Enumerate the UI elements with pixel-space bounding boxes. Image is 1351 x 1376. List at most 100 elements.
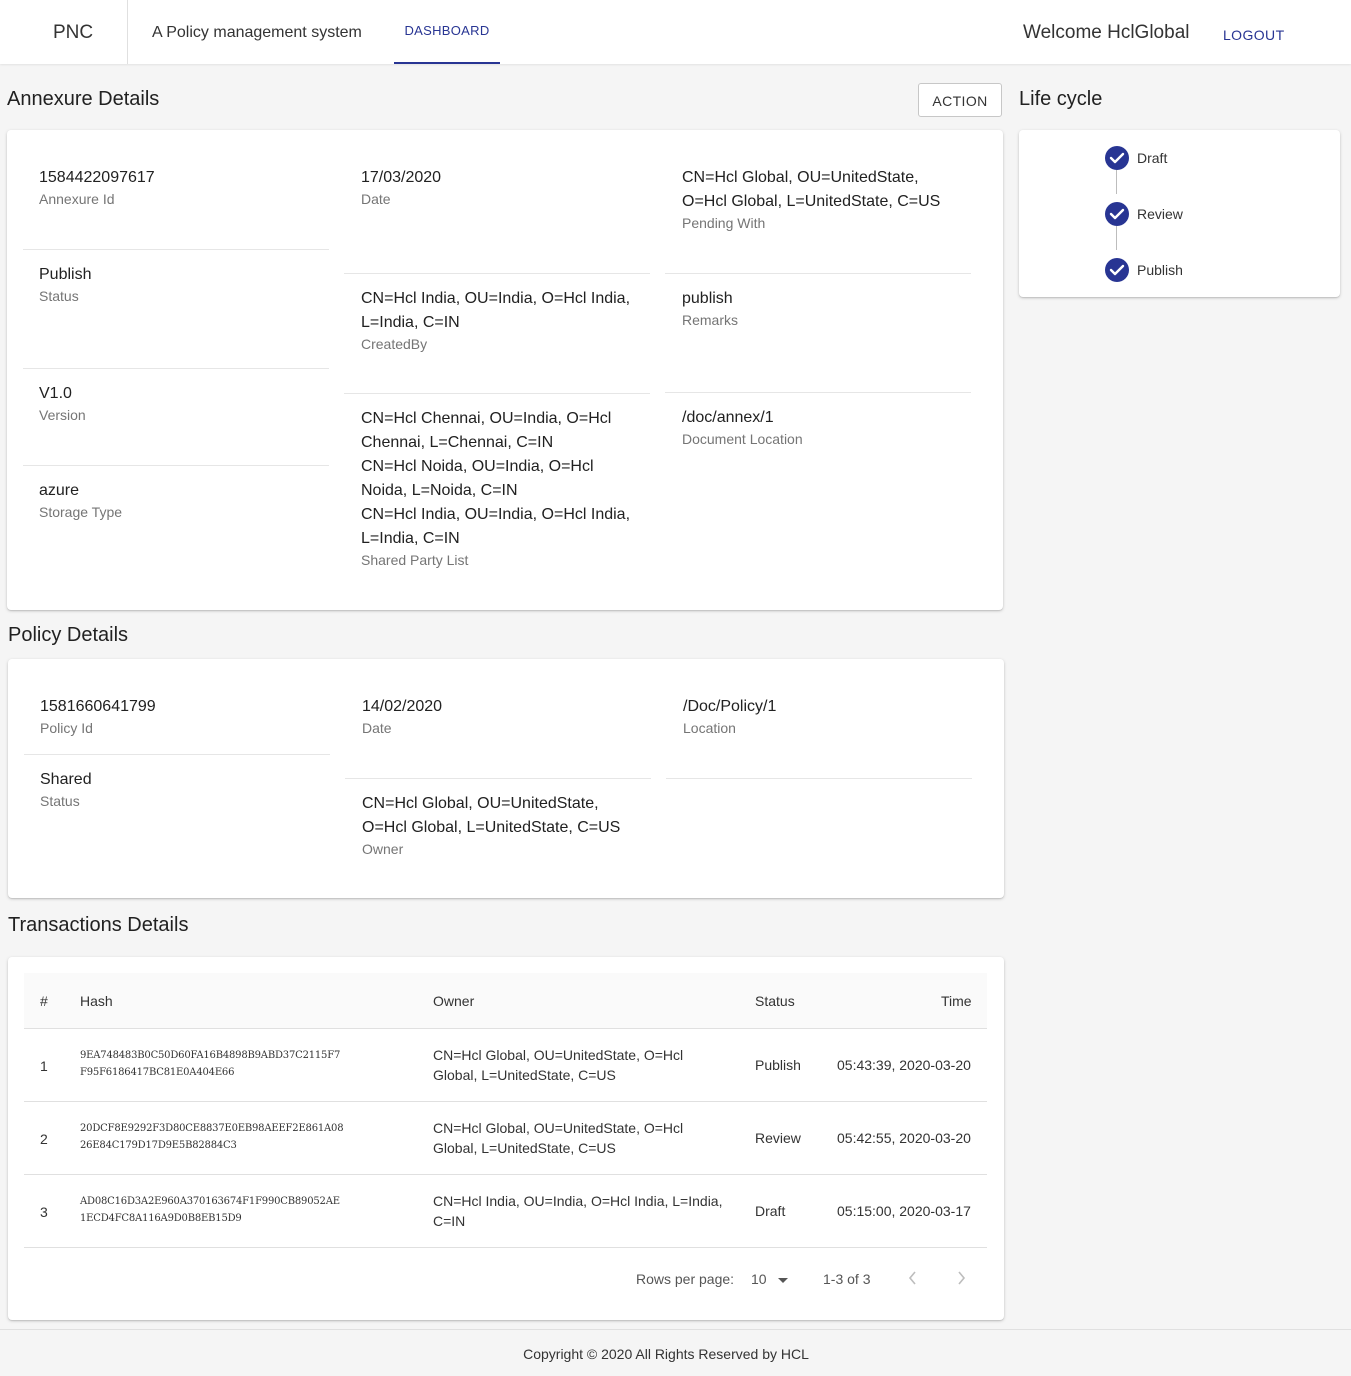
policy-location-field: /Doc/Policy/1 Location (683, 695, 776, 736)
hash-line: 26E84C179D17D9E5B82884C3 (80, 1140, 237, 1151)
version-field: V1.0 Version (39, 382, 86, 423)
created-by-value-line: L=India, C=IN (361, 314, 460, 331)
hash-line: 9EA748483B0C50D60FA16B4898B9ABD37C2115F7 (80, 1050, 341, 1061)
table-cell-number: 2 (40, 1131, 48, 1147)
status-label: Status (39, 288, 79, 304)
rows-per-page-select[interactable]: 10 (751, 1271, 789, 1287)
annexure-id-value: 1584422097617 (39, 169, 155, 186)
version-value: V1.0 (39, 385, 72, 402)
brand-logo[interactable]: PNC (53, 22, 93, 44)
table-cell-time: 05:42:55, 2020-03-20 (837, 1130, 971, 1146)
row-divider (24, 1101, 987, 1102)
divider (23, 249, 329, 250)
annexure-id-field: 1584422097617 Annexure Id (39, 166, 155, 207)
check-circle-icon (1105, 146, 1129, 170)
chevron-down-icon (778, 1277, 789, 1283)
status-value: Publish (39, 266, 92, 283)
tab-dashboard[interactable]: DASHBOARD (394, 0, 500, 64)
logout-button[interactable]: LOGOUT (1223, 27, 1285, 43)
rows-per-page-value: 10 (751, 1271, 767, 1287)
step-label: Publish (1137, 262, 1183, 278)
policy-owner-field: CN=Hcl Global, OU=UnitedState, O=Hcl Glo… (362, 792, 620, 857)
shared-party-value-line: CN=Hcl Noida, OU=India, O=Hcl (361, 458, 594, 475)
check-circle-icon (1105, 202, 1129, 226)
table-cell-owner: CN=Hcl Global, OU=UnitedState, O=Hcl Glo… (433, 1045, 683, 1085)
row-divider (24, 1247, 987, 1248)
table-cell-hash: 20DCF8E9292F3D80CE8837E0EB98AEEF2E861A08… (80, 1120, 344, 1154)
date-value: 17/03/2020 (361, 169, 442, 186)
status-field: Publish Status (39, 263, 91, 304)
hash-line: F95F6186417BC81E0A404E66 (80, 1067, 235, 1078)
action-button[interactable]: ACTION (918, 83, 1002, 117)
document-location-value: /doc/annex/1 (682, 409, 774, 426)
version-label: Version (39, 407, 86, 423)
date-field: 17/03/2020 Date (361, 166, 441, 207)
policy-id-label: Policy Id (40, 720, 93, 736)
step-connector (1116, 170, 1117, 194)
policy-owner-value-line: O=Hcl Global, L=UnitedState, C=US (362, 819, 621, 836)
divider (665, 392, 971, 393)
owner-line: CN=Hcl Global, OU=UnitedState, O=Hcl (433, 1047, 684, 1063)
rows-per-page-label: Rows per page: (636, 1271, 735, 1287)
check-circle-icon (1105, 258, 1129, 282)
annexure-id-label: Annexure Id (39, 191, 115, 207)
pending-with-value-line: CN=Hcl Global, OU=UnitedState, (682, 169, 919, 186)
top-app-bar: PNC A Policy management system DASHBOARD… (0, 0, 1351, 64)
policy-date-label: Date (362, 720, 392, 736)
shared-party-value-line: CN=Hcl India, OU=India, O=Hcl India, (361, 506, 631, 523)
chevron-right-icon (958, 1271, 966, 1285)
divider (23, 368, 329, 369)
table-cell-status: Review (755, 1130, 801, 1146)
pending-with-field: CN=Hcl Global, OU=UnitedState, O=Hcl Glo… (682, 166, 940, 231)
hash-line: 1ECD4FC8A116A9D0B8EB15D9 (80, 1213, 242, 1224)
table-header (24, 973, 987, 1028)
divider (665, 273, 971, 274)
step-label: Draft (1137, 150, 1168, 166)
policy-location-label: Location (683, 720, 736, 736)
owner-line: C=IN (433, 1213, 466, 1229)
policy-owner-label: Owner (362, 841, 404, 857)
column-header-status: Status (755, 993, 795, 1009)
life-cycle-title: Life cycle (1019, 88, 1103, 110)
divider (666, 778, 972, 779)
step-connector (1116, 226, 1117, 250)
created-by-label: CreatedBy (361, 336, 428, 352)
pending-with-label: Pending With (682, 215, 766, 231)
footer-copyright: Copyright © 2020 All Rights Reserved by … (523, 1346, 809, 1362)
column-header-owner: Owner (433, 993, 475, 1009)
divider (344, 273, 650, 274)
shared-party-list-label: Shared Party List (361, 552, 469, 568)
created-by-value-line: CN=Hcl India, OU=India, O=Hcl India, (361, 290, 631, 307)
table-cell-time: 05:43:39, 2020-03-20 (837, 1057, 971, 1073)
row-divider (24, 1028, 987, 1029)
column-header-number: # (40, 993, 48, 1009)
transactions-details-title: Transactions Details (8, 914, 189, 936)
hash-line: AD08C16D3A2E960A370163674F1F990CB89052AE (80, 1196, 340, 1207)
pagination-range: 1-3 of 3 (823, 1271, 871, 1287)
divider (24, 754, 330, 755)
table-cell-number: 1 (40, 1058, 48, 1074)
table-cell-owner: CN=Hcl India, OU=India, O=Hcl India, L=I… (433, 1191, 722, 1231)
table-cell-hash: AD08C16D3A2E960A370163674F1F990CB89052AE… (80, 1193, 340, 1227)
policy-details-title: Policy Details (8, 624, 129, 646)
table-cell-hash: 9EA748483B0C50D60FA16B4898B9ABD37C2115F7… (80, 1047, 340, 1081)
table-cell-owner: CN=Hcl Global, OU=UnitedState, O=Hcl Glo… (433, 1118, 683, 1158)
app-subtitle: A Policy management system (152, 24, 362, 41)
remarks-value: publish (682, 290, 733, 307)
shared-party-value-line: Noida, L=Noida, C=IN (361, 482, 518, 499)
policy-status-label: Status (40, 793, 80, 809)
column-header-hash: Hash (80, 993, 113, 1009)
next-page-button[interactable] (954, 1269, 968, 1290)
policy-owner-value-line: CN=Hcl Global, OU=UnitedState, (362, 795, 599, 812)
policy-date-value: 14/02/2020 (362, 698, 443, 715)
policy-id-field: 1581660641799 Policy Id (40, 695, 156, 736)
owner-line: Global, L=UnitedState, C=US (433, 1067, 616, 1083)
shared-party-list-field: CN=Hcl Chennai, OU=India, O=Hcl Chennai,… (361, 407, 630, 568)
policy-status-value: Shared (40, 771, 92, 788)
shared-party-value-line: Chennai, L=Chennai, C=IN (361, 434, 554, 451)
footer-divider (0, 1329, 1351, 1330)
created-by-field: CN=Hcl India, OU=India, O=Hcl India, L=I… (361, 287, 630, 352)
previous-page-button[interactable] (906, 1269, 920, 1290)
welcome-text: Welcome HclGlobal (1023, 22, 1190, 43)
policy-date-field: 14/02/2020 Date (362, 695, 442, 736)
